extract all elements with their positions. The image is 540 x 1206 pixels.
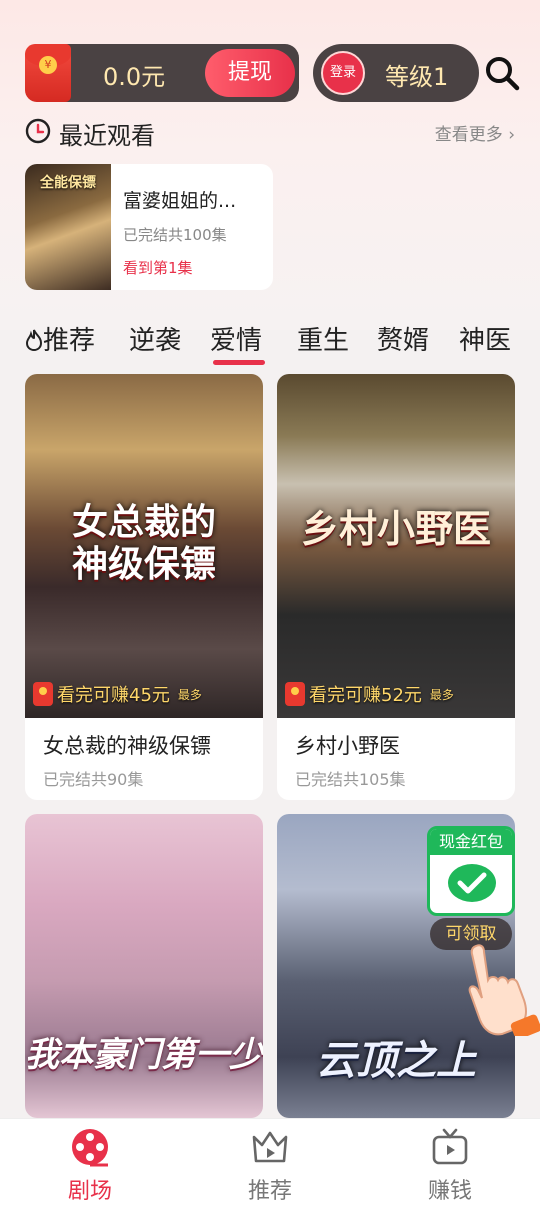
- wechat-pay-icon: [448, 864, 496, 902]
- tab-romance[interactable]: 爱情: [210, 320, 262, 357]
- tab-rebirth[interactable]: 重生: [297, 320, 349, 357]
- nav-label: 赚钱: [427, 1179, 472, 1204]
- flame-icon: [25, 329, 43, 351]
- cash-widget-title: 现金红包: [430, 829, 512, 855]
- login-button[interactable]: 登录: [321, 51, 365, 95]
- cash-red-packet-widget[interactable]: 现金红包: [427, 826, 515, 916]
- drama-title: 女总裁的神级保镖: [43, 734, 211, 758]
- search-icon[interactable]: [483, 54, 521, 92]
- red-envelope-icon: [33, 682, 53, 706]
- pointing-hand-icon: [468, 944, 540, 1036]
- nav-earn[interactable]: 赚钱: [390, 1119, 510, 1206]
- drama-cover-title: 我本豪门第一少: [25, 1035, 263, 1075]
- recent-section-header: 最近观看 查看更多 ›: [25, 114, 515, 150]
- see-more-label: 查看更多: [434, 125, 503, 145]
- earn-text: 看完可赚52元: [309, 685, 422, 706]
- red-envelope-icon: [285, 682, 305, 706]
- recent-item-title: 富婆姐姐的...: [123, 190, 237, 212]
- drama-card[interactable]: 乡村小野医 看完可赚52元 最多 乡村小野医 已完结共105集: [277, 374, 515, 800]
- bottom-navigation: 剧场 推荐 赚钱: [0, 1118, 540, 1206]
- drama-card[interactable]: 女总裁的 神级保镖 看完可赚45元 最多 女总裁的神级保镖 已完结共90集: [25, 374, 263, 800]
- recent-poster: 全能保镖: [25, 164, 111, 290]
- recent-poster-title: 全能保镖: [40, 175, 96, 191]
- tab-recommend[interactable]: 推荐: [25, 320, 95, 357]
- crown-play-icon: [252, 1131, 288, 1163]
- chevron-right-icon: ›: [502, 125, 515, 145]
- red-envelope-icon: ¥: [25, 44, 71, 102]
- nav-label: 推荐: [247, 1179, 292, 1204]
- balance-amount: 0.0元: [103, 63, 166, 91]
- clock-icon: [25, 118, 51, 144]
- earn-badge: 看完可赚52元 最多: [285, 680, 454, 708]
- tab-miracle-doctor[interactable]: 神医: [459, 320, 511, 357]
- active-tab-indicator: [213, 360, 265, 365]
- earn-text: 看完可赚45元: [57, 685, 170, 706]
- category-tabs: 推荐 逆袭 爱情 重生 赘婿 神医: [25, 320, 525, 368]
- earn-suffix: 最多: [177, 687, 202, 702]
- drama-status: 已完结共105集: [295, 770, 406, 789]
- drama-cover-title: 乡村小野医: [300, 507, 491, 551]
- film-reel-icon: [72, 1129, 108, 1167]
- drama-title: 乡村小野医: [295, 734, 400, 758]
- wallet-pill[interactable]: ¥ 0.0元 提现: [25, 44, 299, 102]
- nav-recommend[interactable]: 推荐: [210, 1119, 330, 1206]
- drama-cover-title: 云顶之上: [316, 1038, 476, 1084]
- level-label: 等级1: [385, 63, 449, 91]
- nav-label: 剧场: [67, 1179, 112, 1204]
- recent-item-progress: 看到第1集: [123, 259, 193, 277]
- drama-card[interactable]: 我本豪门第一少: [25, 814, 263, 1118]
- withdraw-button[interactable]: 提现: [205, 49, 295, 97]
- earn-suffix: 最多: [429, 687, 454, 702]
- earn-badge: 看完可赚45元 最多: [33, 680, 202, 708]
- tab-revenge[interactable]: 逆袭: [129, 320, 181, 357]
- tv-play-icon: [432, 1128, 468, 1165]
- recent-watch-card[interactable]: 全能保镖 富婆姐姐的... 已完结共100集 看到第1集: [25, 164, 273, 290]
- recent-title: 最近观看: [59, 122, 155, 150]
- tab-son-in-law[interactable]: 赘婿: [377, 320, 429, 357]
- recent-item-status: 已完结共100集: [123, 226, 227, 244]
- top-bar: ¥ 0.0元 提现 登录 等级1: [25, 44, 525, 102]
- drama-cover-title: 女总裁的 神级保镖: [71, 502, 216, 585]
- level-pill[interactable]: 登录 等级1: [313, 44, 479, 102]
- tab-label: 推荐: [43, 326, 96, 356]
- nav-theater[interactable]: 剧场: [30, 1119, 150, 1206]
- see-more-link[interactable]: 查看更多 ›: [435, 120, 515, 145]
- drama-status: 已完结共90集: [43, 770, 144, 789]
